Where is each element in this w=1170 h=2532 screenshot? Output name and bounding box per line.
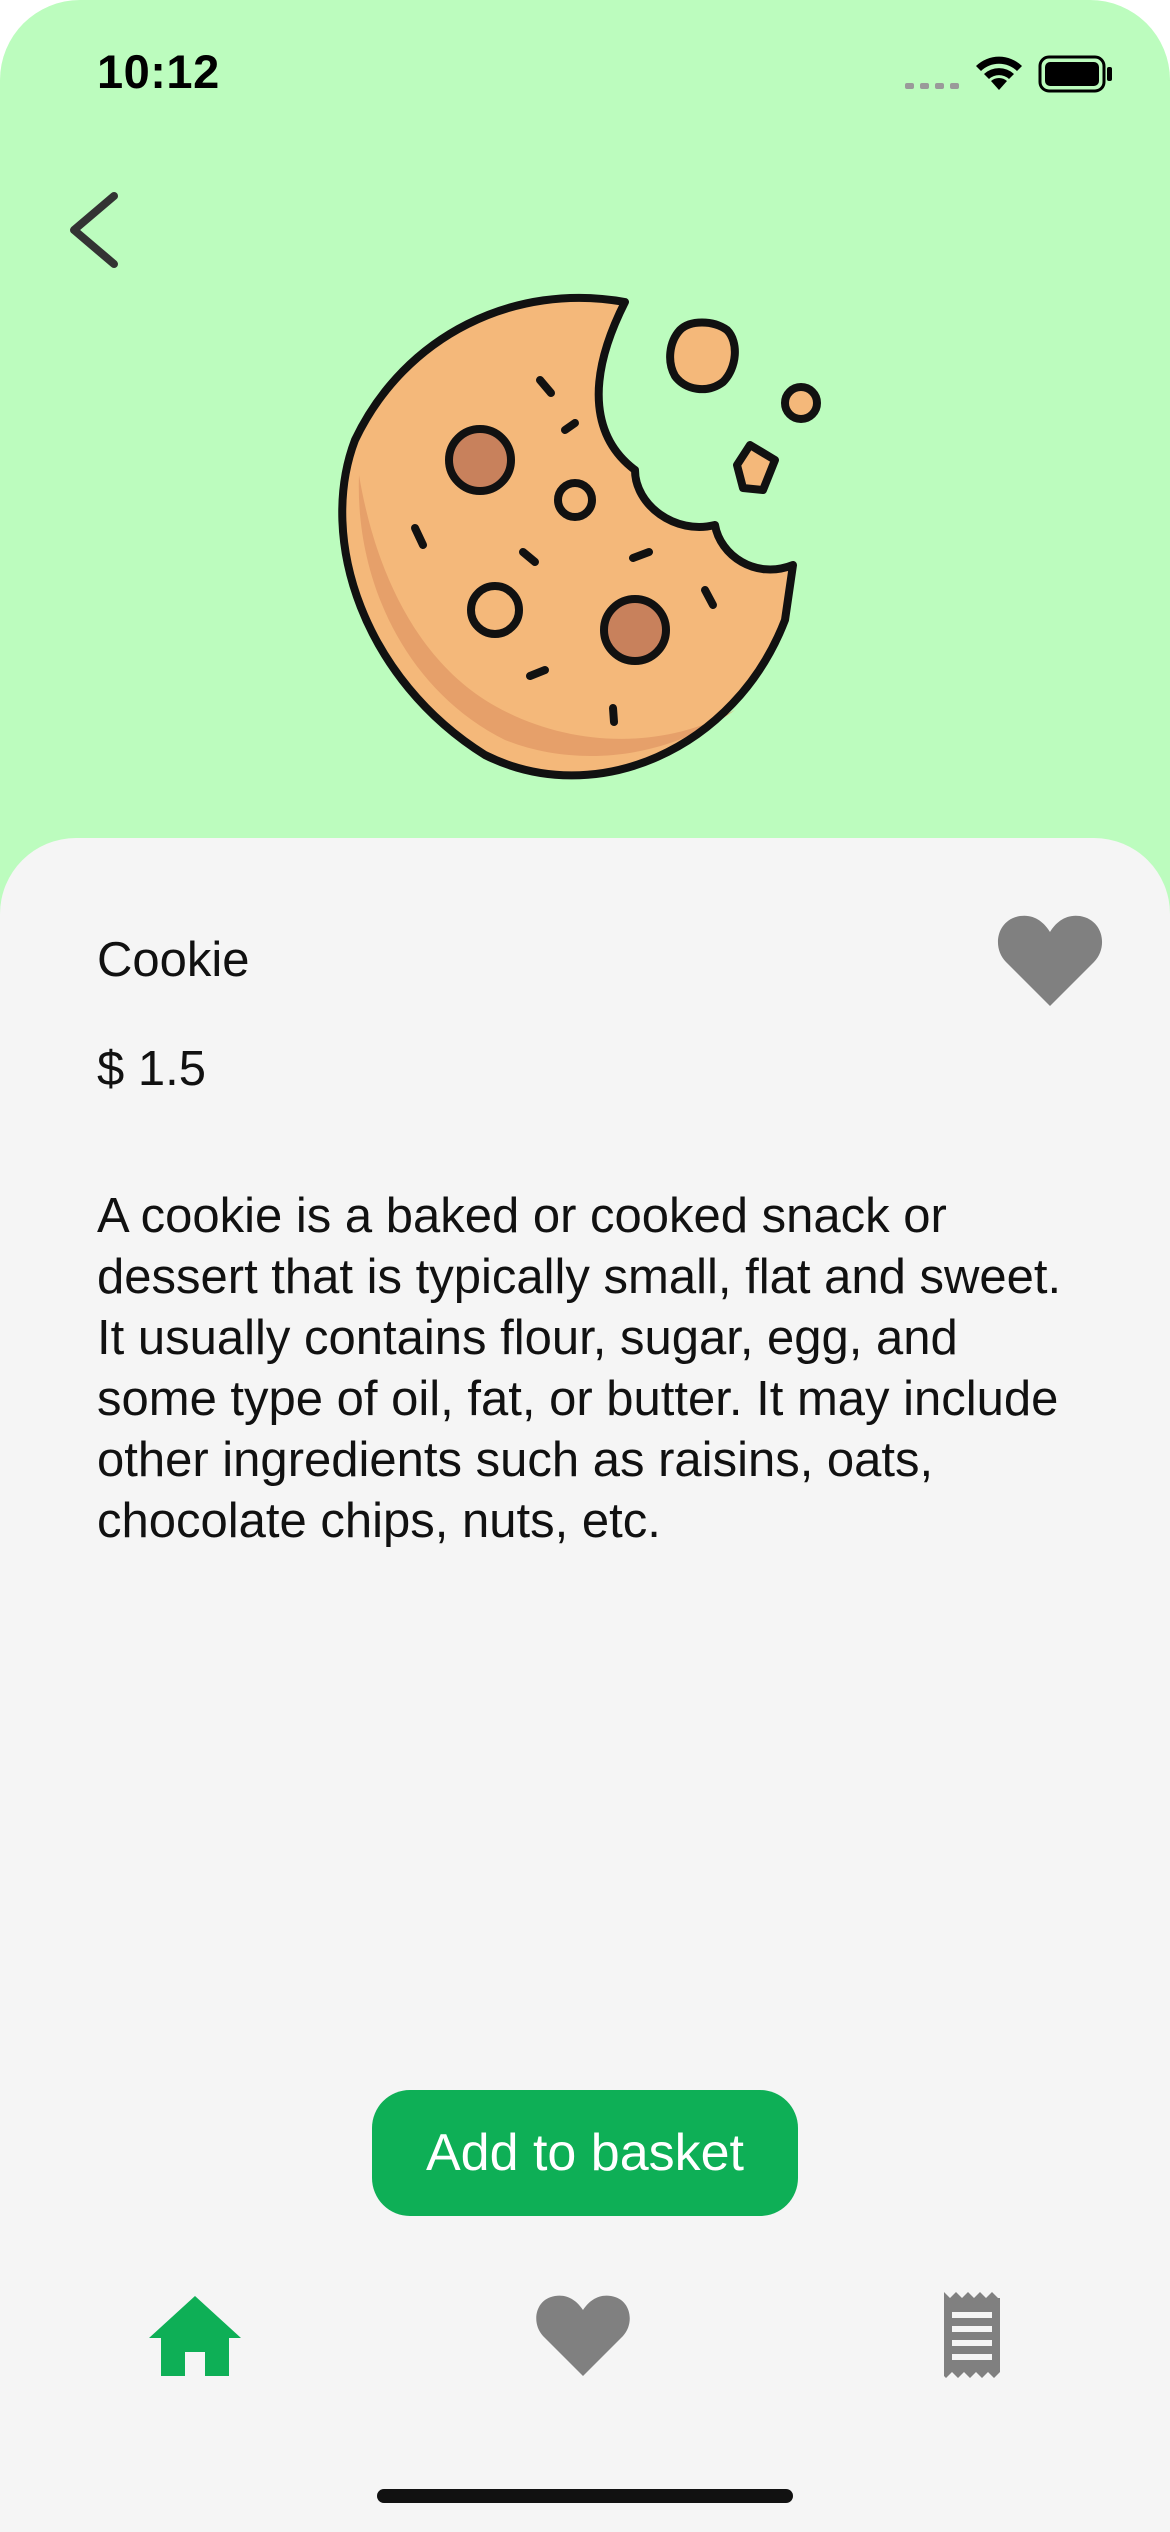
- receipt-icon[interactable]: [922, 2290, 1022, 2380]
- battery-icon: [1038, 55, 1112, 93]
- status-time: 10:12: [97, 45, 220, 98]
- product-name: Cookie: [97, 933, 250, 987]
- back-chevron-icon[interactable]: [56, 180, 136, 280]
- home-icon[interactable]: [145, 2290, 245, 2380]
- status-bar: 10:12: [0, 0, 1170, 150]
- heart-icon[interactable]: [533, 2290, 633, 2380]
- favorite-heart-icon[interactable]: [996, 912, 1104, 1008]
- product-price: $ 1.5: [97, 1042, 206, 1096]
- product-description: A cookie is a baked or cooked snack or d…: [97, 1189, 1062, 1548]
- product-detail-screen: 10:12 Cookie $ 1.5 A cookie is a baked o…: [0, 0, 1170, 2532]
- wifi-icon: [976, 56, 1022, 90]
- cookie-icon: [338, 293, 821, 780]
- home-indicator[interactable]: [377, 2489, 793, 2503]
- add-to-basket-button[interactable]: Add to basket: [372, 2090, 798, 2216]
- cellular-signal-icon: [905, 83, 959, 89]
